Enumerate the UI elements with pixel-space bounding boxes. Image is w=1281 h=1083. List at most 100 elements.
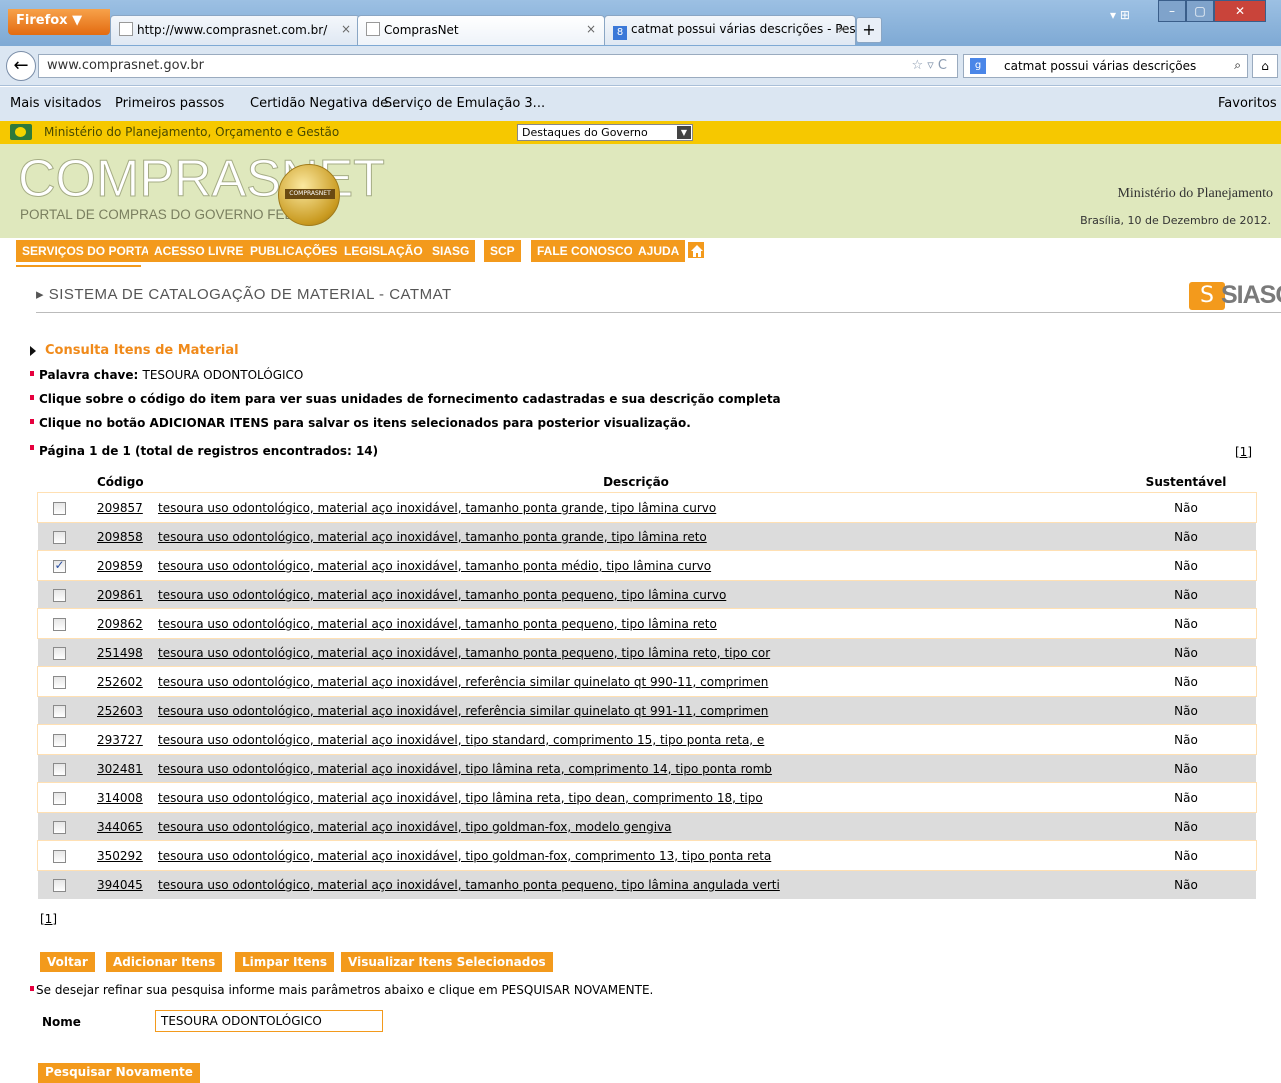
- tab-comprasnet[interactable]: ComprasNet ×: [357, 15, 605, 45]
- chevron-down-icon: ▼: [677, 126, 691, 139]
- row-checkbox[interactable]: [52, 675, 66, 689]
- menu-siasg[interactable]: SIASG: [426, 240, 476, 262]
- bookmark-primeiros-passos[interactable]: Primeiros passos: [115, 96, 224, 111]
- item-code-link[interactable]: 252602: [80, 666, 156, 696]
- tab-list-icon[interactable]: ▾ ⊞: [1110, 8, 1130, 22]
- gov-highlights-select[interactable]: Destaques do Governo ▼: [517, 124, 693, 141]
- item-description-link[interactable]: tesoura uso odontológico, material aço i…: [156, 811, 1116, 841]
- item-sustainable: Não: [1116, 753, 1256, 783]
- system-title-text: SISTEMA DE CATALOGAÇÃO DE MATERIAL - CAT…: [48, 286, 452, 303]
- item-description-link[interactable]: tesoura uso odontológico, material aço i…: [156, 840, 1116, 870]
- minimize-button[interactable]: –: [1158, 0, 1186, 22]
- row-checkbox[interactable]: [52, 849, 66, 863]
- menu-scp[interactable]: SCP: [484, 240, 521, 262]
- visualizar-itens-button[interactable]: Visualizar Itens Selecionados: [341, 952, 553, 972]
- google-icon: g: [970, 58, 986, 74]
- table-row: 302481 tesoura uso odontológico, material…: [38, 753, 1256, 783]
- item-description-link[interactable]: tesoura uso odontológico, material aço i…: [156, 579, 1116, 609]
- new-tab-button[interactable]: +: [856, 17, 882, 43]
- pesquisar-novamente-button[interactable]: Pesquisar Novamente: [38, 1063, 200, 1083]
- tab-google-search[interactable]: 8 catmat possui várias descrições - Pes..…: [604, 15, 856, 45]
- menu-legislacao[interactable]: LEGISLAÇÃO: [338, 240, 429, 262]
- item-description-link[interactable]: tesoura uso odontológico, material aço i…: [156, 637, 1116, 667]
- header-check: [38, 471, 80, 493]
- menu-servicos-do-portal[interactable]: SERVIÇOS DO PORTAL: [16, 240, 163, 262]
- item-description-link[interactable]: tesoura uso odontológico, material aço i…: [156, 753, 1116, 783]
- item-description-link[interactable]: tesoura uso odontológico, material aço i…: [156, 550, 1116, 580]
- gov-bar: Ministério do Planejamento, Orçamento e …: [0, 121, 1281, 144]
- item-code-link[interactable]: 314008: [80, 782, 156, 812]
- item-description-link[interactable]: tesoura uso odontológico, material aço i…: [156, 869, 1116, 899]
- item-description-link[interactable]: tesoura uso odontológico, material aço i…: [156, 782, 1116, 812]
- adicionar-itens-button[interactable]: Adicionar Itens: [106, 952, 223, 972]
- item-code-link[interactable]: 344065: [80, 811, 156, 841]
- home-button[interactable]: ⌂: [1252, 54, 1278, 78]
- item-description-link[interactable]: tesoura uso odontológico, material aço i…: [156, 608, 1116, 638]
- url-text: www.comprasnet.gov.br: [47, 58, 205, 73]
- item-code-link[interactable]: 209858: [80, 521, 156, 551]
- item-sustainable: Não: [1116, 608, 1256, 638]
- header-date: Brasília, 10 de Dezembro de 2012.: [1080, 214, 1271, 227]
- item-code-link[interactable]: 350292: [80, 840, 156, 870]
- item-description-link[interactable]: tesoura uso odontológico, material aço i…: [156, 695, 1116, 725]
- bookmark-favoritos[interactable]: Favoritos: [1218, 96, 1277, 111]
- search-bar[interactable]: g catmat possui várias descrições ⌕: [963, 54, 1248, 78]
- row-checkbox[interactable]: [52, 820, 66, 834]
- menu-ajuda[interactable]: AJUDA: [632, 240, 686, 262]
- item-code-link[interactable]: 209862: [80, 608, 156, 638]
- menu-acesso-livre[interactable]: ACESSO LIVRE: [148, 240, 250, 262]
- item-code-link[interactable]: 252603: [80, 695, 156, 725]
- row-checkbox[interactable]: [52, 646, 66, 660]
- item-code-link[interactable]: 209859: [80, 550, 156, 580]
- close-window-button[interactable]: ✕: [1214, 0, 1266, 22]
- menu-publicacoes[interactable]: PUBLICAÇÕES: [244, 240, 344, 262]
- search-icon[interactable]: ⌕: [1234, 58, 1241, 73]
- row-checkbox[interactable]: [52, 617, 66, 631]
- item-code-link[interactable]: 394045: [80, 869, 156, 899]
- row-checkbox[interactable]: [52, 530, 66, 544]
- back-button[interactable]: ←: [6, 51, 36, 81]
- item-description-link[interactable]: tesoura uso odontológico, material aço i…: [156, 724, 1116, 754]
- gov-ministry-link[interactable]: Ministério do Planejamento, Orçamento e …: [44, 125, 339, 139]
- row-checkbox[interactable]: [52, 762, 66, 776]
- page-link-top[interactable]: [1]: [1235, 445, 1252, 459]
- page-link-bottom[interactable]: [1]: [40, 912, 57, 926]
- row-checkbox[interactable]: [52, 791, 66, 805]
- bookmark-servico-emulacao[interactable]: Serviço de Emulação 3...: [384, 96, 545, 111]
- item-sustainable: Não: [1116, 695, 1256, 725]
- close-tab-icon[interactable]: ×: [837, 22, 847, 36]
- home-icon[interactable]: [687, 241, 705, 259]
- limpar-itens-button[interactable]: Limpar Itens: [235, 952, 335, 972]
- item-description-link[interactable]: tesoura uso odontológico, material aço i…: [156, 521, 1116, 551]
- close-tab-icon[interactable]: ×: [341, 22, 351, 36]
- url-bar[interactable]: www.comprasnet.gov.br ☆ ▿ C: [38, 54, 958, 78]
- item-code-link[interactable]: 209857: [80, 492, 156, 522]
- row-checkbox[interactable]: [52, 878, 66, 892]
- item-description-link[interactable]: tesoura uso odontológico, material aço i…: [156, 666, 1116, 696]
- voltar-button[interactable]: Voltar: [40, 952, 95, 972]
- item-description-link[interactable]: tesoura uso odontológico, material aço i…: [156, 492, 1116, 522]
- nome-input[interactable]: TESOURA ODONTOLÓGICO: [155, 1010, 383, 1032]
- item-code-link[interactable]: 251498: [80, 637, 156, 667]
- row-checkbox[interactable]: [52, 704, 66, 718]
- close-tab-icon[interactable]: ×: [586, 22, 596, 36]
- row-checkbox[interactable]: [52, 588, 66, 602]
- row-select-cell: [38, 840, 80, 870]
- firefox-menu-button[interactable]: Firefox ▼: [8, 9, 110, 35]
- bookmark-star-icon[interactable]: ☆ ▿ C: [911, 58, 947, 73]
- maximize-button[interactable]: ▢: [1186, 0, 1214, 22]
- tab-comprasnet-com[interactable]: http://www.comprasnet.com.br/ ×: [110, 15, 360, 45]
- row-checkbox[interactable]: [52, 558, 66, 573]
- main-menu: SERVIÇOS DO PORTAL ACESSO LIVRE PUBLICAÇ…: [0, 238, 1281, 265]
- row-select-cell: [38, 637, 80, 667]
- bookmark-mais-visitados[interactable]: Mais visitados: [10, 96, 101, 111]
- bookmark-certidao[interactable]: Certidão Negativa de ...: [250, 96, 405, 111]
- item-code-link[interactable]: 293727: [80, 724, 156, 754]
- menu-fale-conosco[interactable]: FALE CONOSCO: [531, 240, 640, 262]
- row-checkbox[interactable]: [52, 501, 66, 515]
- site-header: COMPRASNET PORTAL DE COMPRAS DO GOVERNO …: [0, 144, 1281, 238]
- item-code-link[interactable]: 209861: [80, 579, 156, 609]
- item-sustainable: Não: [1116, 550, 1256, 580]
- row-checkbox[interactable]: [52, 733, 66, 747]
- item-code-link[interactable]: 302481: [80, 753, 156, 783]
